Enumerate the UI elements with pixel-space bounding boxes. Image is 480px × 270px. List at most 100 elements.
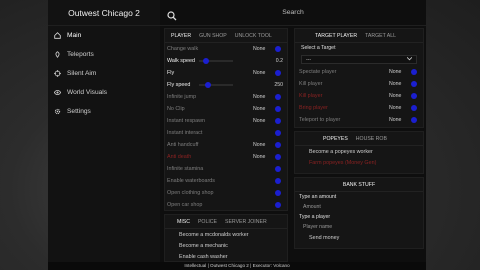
row-kill-player-2[interactable]: Kill player None <box>295 90 423 102</box>
row-teleport-to-player[interactable]: Teleport to player None <box>295 114 423 126</box>
sidebar-item-world-visuals[interactable]: World Visuals <box>48 83 160 102</box>
keybind-value[interactable]: None <box>253 94 275 100</box>
sidebar-item-main[interactable]: Main <box>48 26 160 45</box>
row-label: Bring player <box>299 105 328 111</box>
eye-icon <box>54 89 61 96</box>
toggle-dot[interactable] <box>275 70 281 76</box>
player-name-input[interactable]: Player name <box>295 222 423 232</box>
keybind-value[interactable]: None <box>253 142 275 148</box>
row-open-clothing-shop[interactable]: Open clothing shop <box>165 187 287 199</box>
search-bar[interactable]: Search <box>160 0 426 26</box>
row-change-walk[interactable]: Change walk None <box>165 43 287 55</box>
row-no-clip[interactable]: No Clip None <box>165 103 287 115</box>
gear-icon <box>54 108 61 115</box>
sidebar-item-silent-aim[interactable]: Silent Aim <box>48 64 160 83</box>
row-infinite-stamina[interactable]: Infinite stamina <box>165 163 287 175</box>
toggle-dot[interactable] <box>275 202 281 208</box>
slider-knob[interactable] <box>205 82 211 88</box>
keybind-value[interactable]: None <box>253 106 275 112</box>
tab-player[interactable]: PLAYER <box>171 33 191 39</box>
keybind-value[interactable]: None <box>253 154 275 160</box>
tab-server-joiner[interactable]: SERVER JOINER <box>225 219 267 225</box>
sidebar-item-label: Main <box>67 32 82 39</box>
toggle-dot[interactable] <box>275 118 281 124</box>
toggle-dot[interactable] <box>275 190 281 196</box>
row-label: Anti death <box>167 154 192 160</box>
toggle-dot[interactable] <box>275 94 281 100</box>
tab-misc[interactable]: MISC <box>177 219 190 225</box>
toggle-dot[interactable] <box>275 154 281 160</box>
row-kill-player[interactable]: Kill player None <box>295 78 423 90</box>
tab-gun-shop[interactable]: GUN SHOP <box>199 33 227 39</box>
toggle-dot[interactable] <box>275 106 281 112</box>
row-walk-speed[interactable]: Walk speed 0.2 <box>165 55 287 67</box>
toggle-dot[interactable] <box>275 46 281 52</box>
misc-panel: MISC POLICE SERVER JOINER Become a mcdon… <box>164 214 288 262</box>
target-dropdown[interactable]: --- <box>301 55 417 64</box>
row-anti-handcuff[interactable]: Anti handcuff None <box>165 139 287 151</box>
sidebar-nav: Main Teleports Silent Aim World Visuals <box>48 26 160 121</box>
player-panel: PLAYER GUN SHOP UNLOCK TOOL Change walk N… <box>164 28 288 211</box>
tab-popeyes[interactable]: POPEYES <box>323 136 348 142</box>
chevron-down-icon <box>406 56 413 63</box>
row-spectate-player[interactable]: Spectate player None <box>295 66 423 78</box>
keybind-value[interactable]: None <box>389 81 411 87</box>
sidebar-item-label: Teleports <box>67 51 94 58</box>
toggle-dot[interactable] <box>275 166 281 172</box>
popeyes-worker-button[interactable]: Become a popeyes worker <box>295 146 423 157</box>
bank-title: BANK STUFF <box>342 181 376 188</box>
keybind-value[interactable]: None <box>389 69 411 75</box>
row-fly-speed[interactable]: Fly speed 250 <box>165 79 287 91</box>
tab-target-player[interactable]: TARGET PLAYER <box>315 33 357 39</box>
sidebar-item-settings[interactable]: Settings <box>48 102 160 121</box>
row-anti-death[interactable]: Anti death None <box>165 151 287 163</box>
slider-value: 250 <box>274 82 283 88</box>
send-money-button[interactable]: Send money <box>295 232 423 243</box>
row-bring-player[interactable]: Bring player None <box>295 102 423 114</box>
row-label: Kill player <box>299 93 323 99</box>
amount-label: Type an amount <box>299 194 337 200</box>
tab-target-all[interactable]: TARGET ALL <box>365 33 396 39</box>
farm-popeyes-button[interactable]: Farm popeyes (Money Gen) <box>295 157 423 168</box>
bank-header: BANK STUFF <box>295 178 423 192</box>
toggle-dot[interactable] <box>275 130 281 136</box>
keybind-value[interactable]: None <box>253 46 275 52</box>
slider-knob[interactable] <box>203 58 209 64</box>
tab-police[interactable]: POLICE <box>198 219 217 225</box>
toggle-dot[interactable] <box>275 178 281 184</box>
cash-washer-button[interactable]: Enable cash washer <box>165 251 287 262</box>
toggle-dot[interactable] <box>411 81 417 87</box>
keybind-value[interactable]: None <box>389 117 411 123</box>
select-target-label: Select a Target <box>301 45 336 51</box>
row-fly[interactable]: Fly None <box>165 67 287 79</box>
row-instant-interact[interactable]: Instant interact <box>165 127 287 139</box>
toggle-dot[interactable] <box>411 93 417 99</box>
sidebar-item-label: Silent Aim <box>67 70 97 77</box>
toggle-dot[interactable] <box>411 69 417 75</box>
row-label: Change walk <box>167 46 199 52</box>
amount-input[interactable]: Amount <box>295 202 423 212</box>
row-label: Instant interact <box>167 130 203 136</box>
keybind-value[interactable]: None <box>389 105 411 111</box>
tab-unlock-tool[interactable]: UNLOCK TOOL <box>235 33 272 39</box>
row-open-car-shop[interactable]: Open car shop <box>165 199 287 211</box>
walk-speed-slider[interactable] <box>199 58 233 64</box>
toggle-dot[interactable] <box>275 142 281 148</box>
fly-speed-slider[interactable] <box>199 82 233 88</box>
row-enable-waterboards[interactable]: Enable waterboards <box>165 175 287 187</box>
keybind-value[interactable]: None <box>389 93 411 99</box>
target-tabs: TARGET PLAYER TARGET ALL <box>295 29 423 43</box>
keybind-value[interactable]: None <box>253 118 275 124</box>
tab-house-rob[interactable]: HOUSE ROB <box>356 136 387 142</box>
row-infinite-jump[interactable]: Infinite jump None <box>165 91 287 103</box>
sidebar-item-teleports[interactable]: Teleports <box>48 45 160 64</box>
mcdonalds-worker-button[interactable]: Become a mcdonalds worker <box>165 229 287 240</box>
row-label: Infinite stamina <box>167 166 204 172</box>
target-dropdown-value: --- <box>306 56 311 63</box>
mechanic-button[interactable]: Become a mechanic <box>165 240 287 251</box>
toggle-dot[interactable] <box>411 117 417 123</box>
search-input[interactable]: Search <box>160 9 426 16</box>
toggle-dot[interactable] <box>411 105 417 111</box>
row-instant-respawn[interactable]: Instant respawn None <box>165 115 287 127</box>
keybind-value[interactable]: None <box>253 70 275 76</box>
